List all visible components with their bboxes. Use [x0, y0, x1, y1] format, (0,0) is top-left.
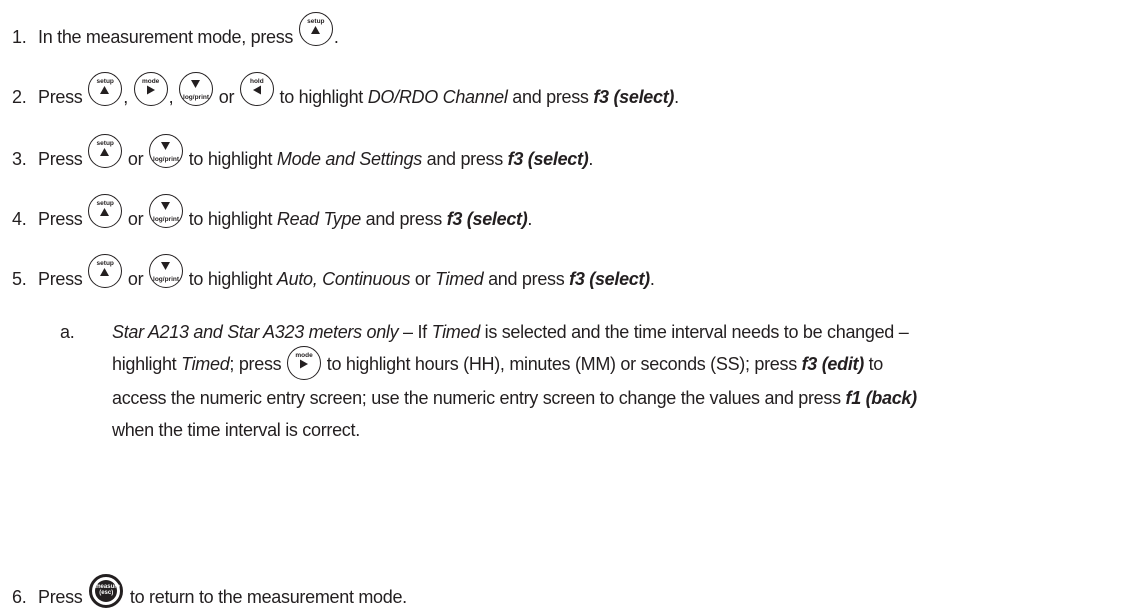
softkey-action: f1 (back)	[845, 388, 918, 409]
setup-up-key-icon: setup	[88, 194, 123, 228]
softkey-action: f3 (edit)	[801, 354, 865, 374]
menu-target: Auto, Continuous	[276, 268, 411, 289]
step-2: 2. Press setup , mode , log/print or hol…	[12, 72, 679, 114]
step-5: 5. Press setup or log/print to highlight…	[12, 254, 655, 296]
softkey-action: f3 (select)	[593, 86, 675, 107]
step-6: 6. Press measure (esc) to return to the …	[12, 574, 407, 614]
setup-up-key-icon: setup	[298, 12, 333, 46]
hold-left-key-icon: hold	[239, 72, 274, 106]
measure-esc-key-icon: measure (esc)	[89, 574, 124, 608]
softkey-action: f3 (select)	[569, 268, 650, 289]
menu-target: Mode and Settings	[276, 148, 422, 169]
log-print-down-key-icon: log/print	[149, 134, 184, 168]
step-number: 6.	[12, 586, 27, 607]
menu-target: Read Type	[276, 208, 361, 229]
log-print-down-key-icon: log/print	[149, 194, 184, 228]
setup-up-key-icon: setup	[88, 254, 123, 288]
step-number: 4.	[12, 208, 27, 229]
step-4: 4. Press setup or log/print to highlight…	[12, 194, 532, 236]
step-1: 1. In the measurement mode, press setup …	[12, 12, 339, 54]
menu-target: DO/RDO Channel	[367, 86, 508, 107]
menu-target: Timed	[435, 268, 484, 289]
step-number: 5.	[12, 268, 27, 289]
mode-right-key-icon: mode	[287, 346, 322, 381]
setup-up-key-icon: setup	[88, 134, 123, 168]
log-print-down-key-icon: log/print	[179, 72, 214, 106]
softkey-action: f3 (select)	[446, 208, 528, 229]
step-number: 2.	[12, 86, 27, 107]
substep-number: a.	[60, 322, 75, 342]
step-3: 3. Press setup or log/print to highlight…	[12, 134, 593, 176]
substep-a: a. Star A213 and Star A323 meters only –…	[60, 316, 1126, 446]
step-text: In the measurement mode, press	[38, 26, 294, 47]
substep-body: Star A213 and Star A323 meters only – If…	[112, 322, 918, 441]
log-print-down-key-icon: log/print	[149, 254, 184, 288]
step-number: 3.	[12, 148, 27, 169]
setup-up-key-icon: setup	[88, 72, 123, 106]
softkey-action: f3 (select)	[507, 148, 589, 169]
mode-right-key-icon: mode	[133, 72, 168, 106]
meters-note: Star A213 and Star A323 meters only	[112, 322, 399, 342]
step-number: 1.	[12, 26, 27, 47]
